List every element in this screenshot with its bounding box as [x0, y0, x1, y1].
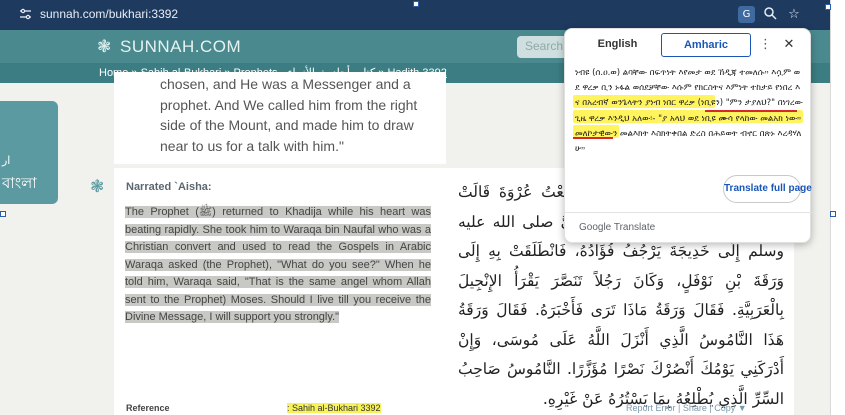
scrollbar[interactable] — [830, 0, 845, 415]
more-vert-icon[interactable]: ⋮ — [759, 37, 772, 53]
language-label-arabic[interactable]: ار — [2, 154, 10, 167]
tab-english[interactable]: English — [575, 33, 660, 57]
bookmark-star-icon[interactable]: ☆ — [785, 6, 803, 24]
site-settings-icon[interactable] — [19, 8, 32, 21]
tab-amharic[interactable]: Amharic — [661, 33, 751, 57]
selected-english-text[interactable]: The Prophet (ﷺ) returned to Khadija whil… — [125, 206, 431, 323]
language-label-bangla[interactable]: বাংলা — [2, 172, 37, 197]
hadith-actions[interactable]: Report Error | Share | Copy ▼ — [626, 403, 747, 413]
close-icon[interactable]: ✕ — [781, 37, 797, 53]
reference-label: Reference — [126, 403, 170, 413]
logo-flower-icon: ❃ — [97, 37, 112, 57]
translate-icon[interactable]: G — [738, 6, 755, 23]
hadith-flower-icon[interactable]: ❃ — [90, 178, 104, 196]
previous-hadith-text: chosen, and He was a Messenger and a pro… — [160, 76, 418, 154]
narrator: Narrated `Aisha: — [126, 181, 212, 193]
address-bar[interactable]: sunnah.com/bukhari:3392 G ☆ — [0, 0, 845, 30]
selection-handle[interactable] — [413, 1, 419, 7]
translate-popup: English Amharic ⋮ ✕ ነብዩ (ሰ.ዐ.ወ) ልባቸው በፍጥ… — [564, 28, 812, 243]
language-panel[interactable]: ار বাংলা — [0, 101, 58, 204]
reference-value[interactable]: : Sahih al-Bukhari 3392 — [287, 403, 381, 413]
hadith-english-text[interactable]: The Prophet (ﷺ) returned to Khadija whil… — [125, 204, 431, 327]
selection-handle[interactable] — [830, 211, 836, 217]
site-logo[interactable]: SUNNAH.COM — [120, 37, 241, 57]
zoom-icon[interactable] — [761, 6, 779, 24]
google-translate-brand: Google Translate — [579, 222, 656, 233]
browser-window: sunnah.com/bukhari:3392 G ☆ ❃ SUNNAH.COM… — [0, 0, 845, 415]
url-text[interactable]: sunnah.com/bukhari:3392 — [40, 7, 178, 21]
translate-full-page-button[interactable]: Translate full page — [723, 175, 812, 203]
selection-handle[interactable] — [825, 4, 831, 10]
selection-handle[interactable] — [0, 211, 6, 217]
divider — [565, 212, 812, 213]
translated-text: ነብዩ (ሰ.ዐ.ወ) ልባቸው በፍጥነት እየመታ ወደ ኸዲጃ ተመለሱ።… — [575, 68, 803, 155]
